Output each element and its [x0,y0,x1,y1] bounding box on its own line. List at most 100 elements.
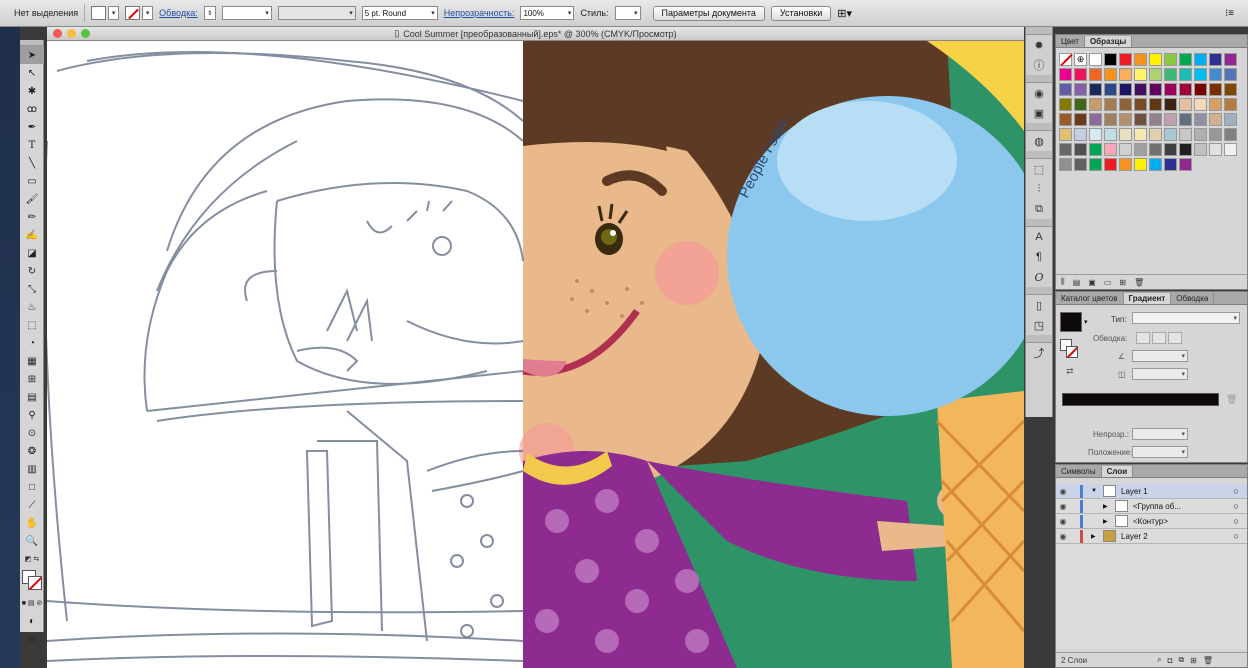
color-swatch[interactable] [1134,98,1147,111]
color-swatch[interactable] [1194,53,1207,66]
opacity-label[interactable]: Непрозрачность: [444,8,515,18]
color-swatch[interactable] [1209,68,1222,81]
color-swatch[interactable] [1164,53,1177,66]
brush-dropdown[interactable]: 5 pt. Round ▾ [361,6,438,20]
gradient-slider[interactable] [1062,393,1219,406]
swap-colors-icon[interactable]: ◩ ⇆ [20,550,44,568]
layer-row[interactable]: ◉ ▶ <Контур> ○ [1056,514,1247,529]
free-transform-tool-icon[interactable]: ⬚ [20,316,44,334]
color-swatch[interactable] [1164,68,1177,81]
eyedropper-tool-icon[interactable]: ⚲ [20,406,44,424]
color-swatch[interactable] [1194,113,1207,126]
panel-menu-icon[interactable]: ⁝≡ [1225,8,1234,19]
layer-row[interactable]: ◉ ▶ Layer 2 ○ [1056,529,1247,544]
make-clipping-mask-icon[interactable]: ◘ [1168,656,1173,665]
color-swatch[interactable] [1149,68,1162,81]
opentype-icon[interactable]: O [1026,267,1052,287]
document-info-icon[interactable]: ▯ [1026,295,1052,315]
arrange-documents-icon[interactable]: ⊞▾ [837,7,852,20]
color-swatch[interactable] [1104,158,1117,171]
stroke-weight-field[interactable]: ▾ [221,6,272,20]
gradient-fill-stroke-icon[interactable] [1060,339,1078,359]
color-swatch[interactable] [1074,98,1087,111]
color-swatch[interactable] [1119,68,1132,81]
document-settings-button[interactable]: Параметры документа [652,5,765,21]
color-swatch[interactable] [1134,83,1147,96]
character-icon[interactable]: A [1026,227,1052,247]
style-dropdown[interactable]: ▾ [614,6,641,20]
paragraph-icon[interactable]: ¶ [1026,247,1052,267]
perspective-grid-tool-icon[interactable]: ▦ [20,352,44,370]
stroke-weight-stepper[interactable]: ⇕ [203,6,216,20]
color-swatch[interactable] [1119,53,1132,66]
navigator-icon[interactable]: ✹ [1026,35,1052,55]
fill-swatch-group[interactable]: ▾ [91,6,120,20]
new-color-group-icon[interactable]: ▭ [1104,278,1112,287]
column-graph-tool-icon[interactable]: ▥ [20,460,44,478]
drawing-mode-icon[interactable]: ◐ [20,612,44,630]
gradient-type-dropdown[interactable]: ▾ [1132,312,1240,324]
color-swatch[interactable] [1104,143,1117,156]
color-swatch[interactable] [1059,68,1072,81]
color-swatch[interactable] [1104,68,1117,81]
shape-builder-tool-icon[interactable]: ◔ [20,334,44,352]
new-swatch-icon[interactable]: ⊞ [1119,278,1126,287]
stroke-label[interactable]: Обводка: [159,8,198,18]
color-swatch[interactable] [1179,128,1192,141]
pen-tool-icon[interactable]: ✒ [20,118,44,136]
gradient-position-field[interactable]: ▾ [1132,446,1188,458]
color-swatch[interactable] [1074,83,1087,96]
artboard-canvas[interactable]: People I saw... [47,41,1024,668]
mesh-tool-icon[interactable]: ⊞ [20,370,44,388]
color-swatch[interactable] [1194,143,1207,156]
collapsed-arrow-icon[interactable]: ▶ [1103,518,1113,525]
color-swatch[interactable] [1164,83,1177,96]
visibility-eye-icon[interactable]: ◉ [1056,487,1070,496]
color-swatch[interactable] [1224,113,1237,126]
color-swatch[interactable] [1149,158,1162,171]
swatch-options-icon[interactable]: ▣ [1088,278,1096,287]
line-tool-icon[interactable]: ╲ [20,154,44,172]
swatch-libraries-icon[interactable]: ⫼ [1061,277,1065,287]
color-swatch[interactable] [1119,113,1132,126]
color-swatch[interactable] [1224,68,1237,81]
layer-row[interactable]: ◉ ▶ <Группа об... ○ [1056,499,1247,514]
gradient-thumbnail[interactable] [1060,312,1082,332]
artboard-tool-icon[interactable]: □ [20,478,44,496]
gradient-tool-icon[interactable]: ▤ [20,388,44,406]
tab-color-guide[interactable]: Каталог цветов [1056,293,1124,304]
color-swatch[interactable] [1119,143,1132,156]
visibility-eye-icon[interactable]: ◉ [1056,502,1070,511]
color-swatch[interactable] [1194,98,1207,111]
new-layer-icon[interactable]: ⊞ [1190,656,1197,665]
fill-stroke-widget[interactable] [20,568,43,594]
zoom-window-button[interactable] [81,29,90,38]
fill-dropdown[interactable]: ▾ [108,6,120,20]
color-swatch[interactable] [1224,53,1237,66]
color-swatch[interactable] [1059,83,1072,96]
color-swatch[interactable] [1089,68,1102,81]
gradient-opacity-field[interactable]: ▾ [1132,428,1188,440]
direct-selection-tool-icon[interactable]: ↖ [20,64,44,82]
rotate-tool-icon[interactable]: ↻ [20,262,44,280]
color-swatch[interactable] [1119,98,1132,111]
collapsed-arrow-icon[interactable]: ▶ [1103,503,1113,510]
tab-color[interactable]: Цвет [1056,36,1085,47]
target-circle-icon[interactable]: ○ [1225,531,1247,541]
blend-tool-icon[interactable]: ⊙ [20,424,44,442]
delete-stop-icon[interactable]: 🗑 [1226,394,1237,405]
color-swatch[interactable] [1164,143,1177,156]
color-swatch[interactable] [1089,158,1102,171]
color-swatch[interactable] [1149,98,1162,111]
image-trace-icon[interactable]: ◳ [1026,315,1052,335]
color-swatch[interactable] [1164,98,1177,111]
delete-layer-icon[interactable]: 🗑 [1203,656,1213,665]
color-swatch[interactable] [1104,128,1117,141]
color-swatch[interactable] [1134,68,1147,81]
color-swatch[interactable] [1179,68,1192,81]
color-swatch[interactable] [1074,68,1087,81]
color-swatch[interactable] [1089,98,1102,111]
color-swatch[interactable] [1164,113,1177,126]
fill-swatch[interactable] [91,6,107,20]
scale-tool-icon[interactable]: ⤡ [20,280,44,298]
